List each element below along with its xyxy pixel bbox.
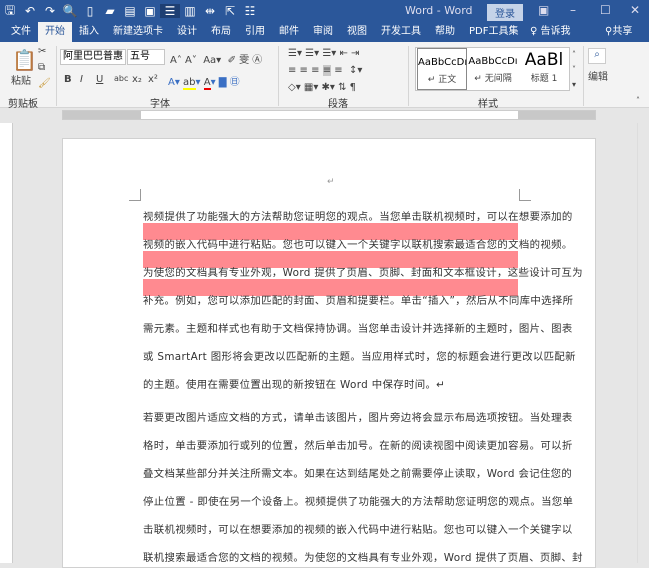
cut-icon[interactable]: ✂: [38, 46, 46, 57]
vertical-ruler[interactable]: [0, 123, 13, 563]
ribbon: 📋 粘贴 ✂ ⧉ 🖌 剪贴板 阿里巴巴普惠 五号 A˄ A˅ Aa▾ ✐ 雯 Ⓐ…: [0, 42, 649, 110]
columns-icon[interactable]: ▥: [180, 4, 200, 18]
horizontal-ruler[interactable]: [0, 108, 649, 123]
text-line: 补充。例如，您可以添加匹配的封面、页眉和提要栏。单击“插入”，然后从不同库中选择…: [143, 295, 574, 307]
bullets-icon[interactable]: ☰▾ ☰▾ ☰▾ ⇤ ⇥: [288, 48, 359, 59]
tab-help[interactable]: 帮助: [428, 22, 462, 42]
styles-scroll[interactable]: ˄ ˅ ▾: [572, 47, 576, 92]
paste-button[interactable]: 粘贴: [11, 72, 31, 87]
text-line: 或 SmartArt 图形将会更改以匹配新的主题。当应用样式时，您的标题会进行更…: [143, 351, 576, 363]
share-button[interactable]: ⚲共享: [605, 22, 632, 42]
paste-icon[interactable]: ▤: [120, 4, 140, 18]
collapse-ribbon-icon[interactable]: ˄: [636, 96, 640, 105]
text-line: 叠文档某些部分并关注所需文本。如果在达到结尾处之前需要停止读取，Word 会记住…: [143, 468, 573, 480]
text-line: 击联机视频时，可以在想要添加的视频的嵌入代码中进行粘贴。您也可以键入一个关键字以: [143, 524, 573, 536]
format-painter-icon[interactable]: 🖌: [38, 78, 51, 89]
text-line: 视频的嵌入代码中进行粘贴。您也可以键入一个关键字以联机搜索最适合您的文档的视频。: [143, 239, 573, 251]
redo-icon[interactable]: ↷: [40, 4, 60, 18]
shading-icon[interactable]: ◇▾ ▦▾ ✱▾ ⇅ ¶: [288, 82, 356, 93]
style-no-spacing[interactable]: AaBbCcDı ↵ 无间隔: [468, 48, 518, 90]
font-size-select[interactable]: 五号: [127, 49, 165, 65]
superscript-button[interactable]: x²: [148, 74, 158, 85]
style-heading-1[interactable]: AaBl 标题 1: [519, 48, 569, 90]
grow-font-icon[interactable]: A˄ A˅ Aa▾ ✐ 雯 Ⓐ: [170, 51, 262, 66]
ribbon-display-icon[interactable]: ▣: [538, 3, 549, 17]
text-line: 停止位置 - 即使在另一个设备上。视频提供了功能强大的方法帮助您证明您的观点。当…: [143, 496, 574, 508]
text-line: 为使您的文档具有专业外观，Word 提供了页眉、页脚、封面和文本框设计，这些设计…: [143, 267, 583, 279]
tab-developer[interactable]: 开发工具: [374, 22, 428, 42]
style-normal[interactable]: AaBbCcDı ↵ 正文: [417, 48, 467, 90]
select-icon[interactable]: ⇱: [220, 4, 240, 18]
bold-button[interactable]: B: [64, 74, 72, 85]
paragraph-mark: ↵: [327, 177, 335, 187]
tab-view[interactable]: 视图: [340, 22, 374, 42]
tab-file[interactable]: 文件: [4, 22, 38, 42]
tab-layout[interactable]: 布局: [204, 22, 238, 42]
minimize-icon[interactable]: –: [570, 3, 576, 17]
list-icon[interactable]: ☷: [240, 4, 260, 18]
tab-insert[interactable]: 插入: [72, 22, 106, 42]
font-name-select[interactable]: 阿里巴巴普惠: [60, 49, 126, 65]
find-icon[interactable]: ⌕: [588, 48, 606, 64]
styles-gallery: AaBbCcDı ↵ 正文 AaBbCcDı ↵ 无间隔 AaBl 标题 1: [415, 47, 570, 91]
quick-access-toolbar: 🖫 ↶ ↷ 🔍 ▯ ▰ ▤ ▣ ☰ ▥ ⇹ ⇱ ☷: [0, 1, 260, 22]
text-line: 视频提供了功能强大的方法帮助您证明您的观点。当您单击联机视频时，可以在想要添加的: [143, 211, 573, 223]
tab-pdf[interactable]: PDF工具集: [462, 22, 525, 42]
close-icon[interactable]: ✕: [630, 3, 640, 17]
subscript-button[interactable]: x₂: [132, 74, 142, 85]
lightbulb-icon: ♀: [530, 26, 541, 37]
underline-button[interactable]: U: [96, 74, 103, 85]
tab-design[interactable]: 设计: [170, 22, 204, 42]
read-mode-icon[interactable]: ☰: [160, 4, 180, 18]
tab-new[interactable]: 新建选项卡: [106, 22, 170, 42]
align-icons[interactable]: ≡ ≡ ≡ ≡ ≡ ↕▾: [288, 65, 362, 76]
text-line: 需元素。主题和样式也有助于文档保持协调。当您单击设计并选择新的主题时，图片、图表: [143, 323, 573, 335]
tab-home[interactable]: 开始: [38, 22, 72, 42]
text-line: 格时，单击要添加行或列的位置，然后单击加号。在新的阅读视图中阅读更加容易。可以折: [143, 440, 573, 452]
tab-review[interactable]: 审阅: [306, 22, 340, 42]
undo-icon[interactable]: ↶: [20, 4, 40, 18]
title-bar: 🖫 ↶ ↷ 🔍 ▯ ▰ ▤ ▣ ☰ ▥ ⇹ ⇱ ☷ Word - Word 登录…: [0, 0, 649, 22]
new-icon[interactable]: ▯: [80, 4, 100, 18]
maximize-icon[interactable]: ☐: [600, 3, 611, 17]
copy-icon[interactable]: ⧉: [38, 62, 45, 73]
save-icon[interactable]: 🖫: [0, 1, 20, 22]
window-title: Word - Word: [405, 4, 473, 17]
screenshot-icon[interactable]: ▣: [140, 4, 160, 18]
text-line: 的主题。使用在需要位置出现的新按钮在 Word 中保存时间。↵: [143, 379, 446, 391]
spacing-icon[interactable]: ⇹: [200, 4, 220, 18]
vertical-scrollbar[interactable]: [637, 123, 649, 563]
edit-button[interactable]: 编辑: [588, 68, 608, 83]
login-button[interactable]: 登录: [487, 4, 523, 21]
open-icon[interactable]: ▰: [100, 4, 120, 18]
text-effects-icon[interactable]: A▾ ab▾ A▾ ▇ ㊐: [168, 73, 240, 90]
italic-button[interactable]: I: [80, 74, 83, 85]
tab-references[interactable]: 引用: [238, 22, 272, 42]
paste-icon[interactable]: 📋: [12, 48, 37, 72]
tab-mailings[interactable]: 邮件: [272, 22, 306, 42]
text-line: 若要更改图片适应文档的方式，请单击该图片，图片旁边将会显示布局选项按钮。当处理表: [143, 412, 573, 424]
strikethrough-button[interactable]: abc: [114, 74, 128, 83]
document-page[interactable]: ↵ 视频提供了功能强大的方法帮助您证明您的观点。当您单击联机视频时，可以在想要添…: [62, 138, 596, 568]
tell-me[interactable]: ♀ 告诉我: [530, 22, 571, 42]
print-preview-icon[interactable]: 🔍: [60, 4, 80, 18]
ribbon-tabs: 文件 开始 插入 新建选项卡 设计 布局 引用 邮件 审阅 视图 开发工具 帮助…: [0, 22, 649, 42]
